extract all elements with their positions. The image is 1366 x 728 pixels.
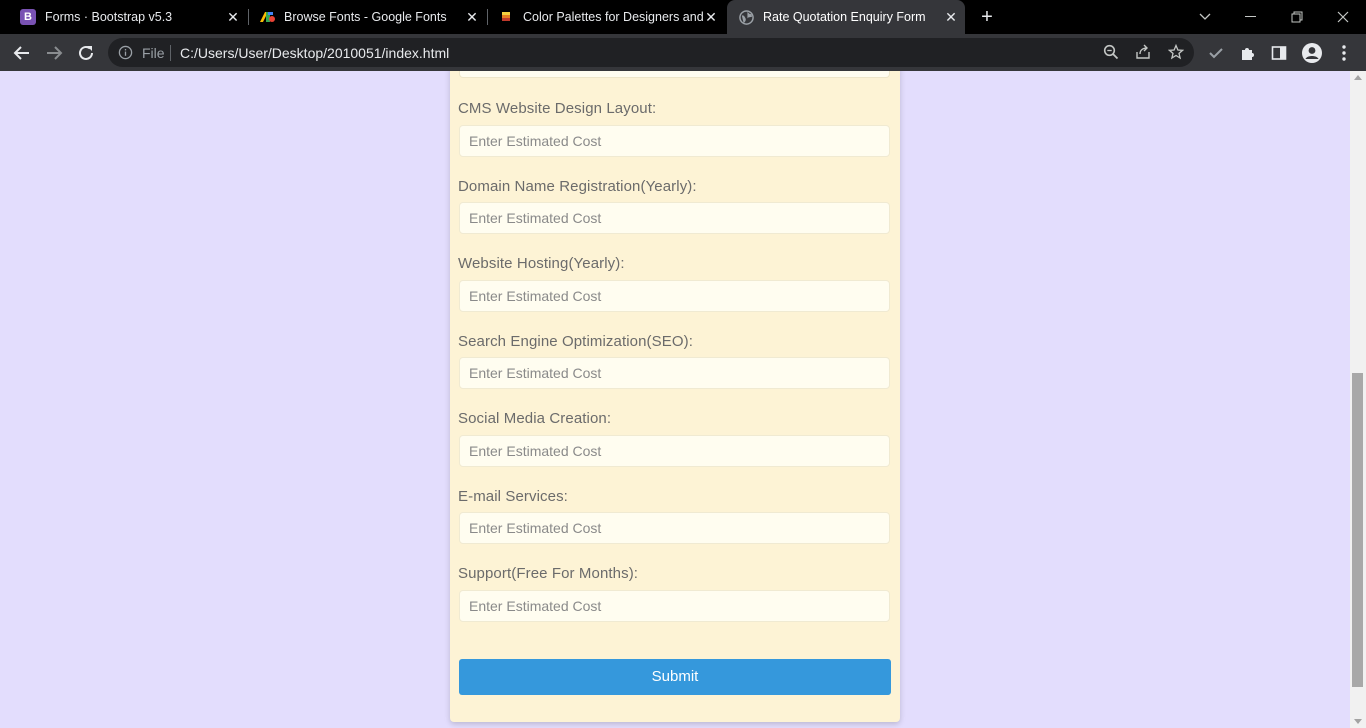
- menu-kebab-icon[interactable]: [1331, 40, 1357, 66]
- scrollbar-thumb[interactable]: [1352, 373, 1363, 687]
- cms-design-cost-input[interactable]: [459, 125, 890, 157]
- tab-rate-quotation[interactable]: Rate Quotation Enquiry Form ✕: [727, 0, 965, 34]
- forward-arrow-icon[interactable]: [41, 40, 67, 66]
- browser-toolbar: File C:/Users/User/Desktop/2010051/index…: [0, 34, 1366, 71]
- checkmark-extension-icon[interactable]: [1203, 40, 1229, 66]
- tab-title: Forms · Bootstrap v5.3: [45, 10, 173, 24]
- page-viewport: CMS Website Design Layout: Domain Name R…: [0, 71, 1350, 728]
- tab-title: Browse Fonts - Google Fonts: [284, 10, 447, 24]
- seo-label: Search Engine Optimization(SEO):: [458, 333, 693, 350]
- extensions-puzzle-icon[interactable]: [1235, 40, 1261, 66]
- tab-color-palettes[interactable]: Color Palettes for Designers and ✕: [490, 0, 725, 34]
- domain-registration-cost-input[interactable]: [459, 202, 890, 234]
- page-scrollbar[interactable]: [1350, 71, 1366, 728]
- tab-title: Rate Quotation Enquiry Form: [763, 10, 926, 24]
- scroll-down-arrow-icon[interactable]: [1354, 719, 1362, 724]
- tab-search-chevron-icon[interactable]: [1182, 0, 1228, 34]
- bookmark-star-icon[interactable]: [1163, 39, 1189, 65]
- website-hosting-cost-input[interactable]: [459, 280, 890, 312]
- cms-design-label: CMS Website Design Layout:: [458, 100, 657, 117]
- email-services-cost-input[interactable]: [459, 512, 890, 544]
- website-hosting-label: Website Hosting(Yearly):: [458, 255, 625, 272]
- support-label: Support(Free For Months):: [458, 565, 639, 582]
- google-fonts-icon: [259, 9, 275, 25]
- minimize-button[interactable]: [1228, 0, 1274, 34]
- close-window-button[interactable]: [1320, 0, 1366, 34]
- reload-icon[interactable]: [73, 40, 99, 66]
- close-icon[interactable]: ✕: [703, 9, 719, 25]
- bootstrap-icon: B: [20, 9, 36, 25]
- close-icon[interactable]: ✕: [225, 9, 241, 25]
- social-media-cost-input[interactable]: [459, 435, 890, 467]
- social-media-label: Social Media Creation:: [458, 410, 612, 427]
- tab-separator: [248, 9, 249, 25]
- profile-avatar-icon[interactable]: [1299, 40, 1325, 66]
- url-text[interactable]: C:/Users/User/Desktop/2010051/index.html: [180, 45, 449, 61]
- email-services-label: E-mail Services:: [458, 488, 568, 505]
- quotation-form-card: CMS Website Design Layout: Domain Name R…: [450, 71, 900, 722]
- tab-title: Color Palettes for Designers and: [523, 10, 704, 24]
- globe-icon: [738, 9, 754, 25]
- close-icon[interactable]: ✕: [464, 9, 480, 25]
- back-arrow-icon[interactable]: [9, 40, 35, 66]
- omnibox-divider: [170, 45, 171, 61]
- new-tab-button[interactable]: +: [976, 6, 998, 28]
- tab-strip: B Forms · Bootstrap v5.3 ✕ Browse Fonts …: [0, 0, 1366, 34]
- side-panel-icon[interactable]: [1266, 40, 1292, 66]
- restore-button[interactable]: [1274, 0, 1320, 34]
- address-bar[interactable]: File C:/Users/User/Desktop/2010051/index…: [108, 38, 1194, 67]
- previous-field-input[interactable]: [459, 71, 890, 78]
- domain-registration-label: Domain Name Registration(Yearly):: [458, 178, 697, 195]
- palette-icon: [498, 9, 514, 25]
- scroll-up-arrow-icon[interactable]: [1354, 75, 1362, 80]
- zoom-icon[interactable]: [1098, 39, 1124, 65]
- tab-bootstrap-forms[interactable]: B Forms · Bootstrap v5.3 ✕: [12, 0, 247, 34]
- seo-cost-input[interactable]: [459, 357, 890, 389]
- close-icon[interactable]: ✕: [943, 9, 959, 25]
- support-cost-input[interactable]: [459, 590, 890, 622]
- submit-button[interactable]: Submit: [459, 659, 891, 695]
- info-icon[interactable]: [118, 45, 133, 65]
- scheme-label: File: [142, 45, 165, 61]
- tab-separator: [487, 9, 488, 25]
- tab-google-fonts[interactable]: Browse Fonts - Google Fonts ✕: [251, 0, 486, 34]
- share-icon[interactable]: [1130, 39, 1156, 65]
